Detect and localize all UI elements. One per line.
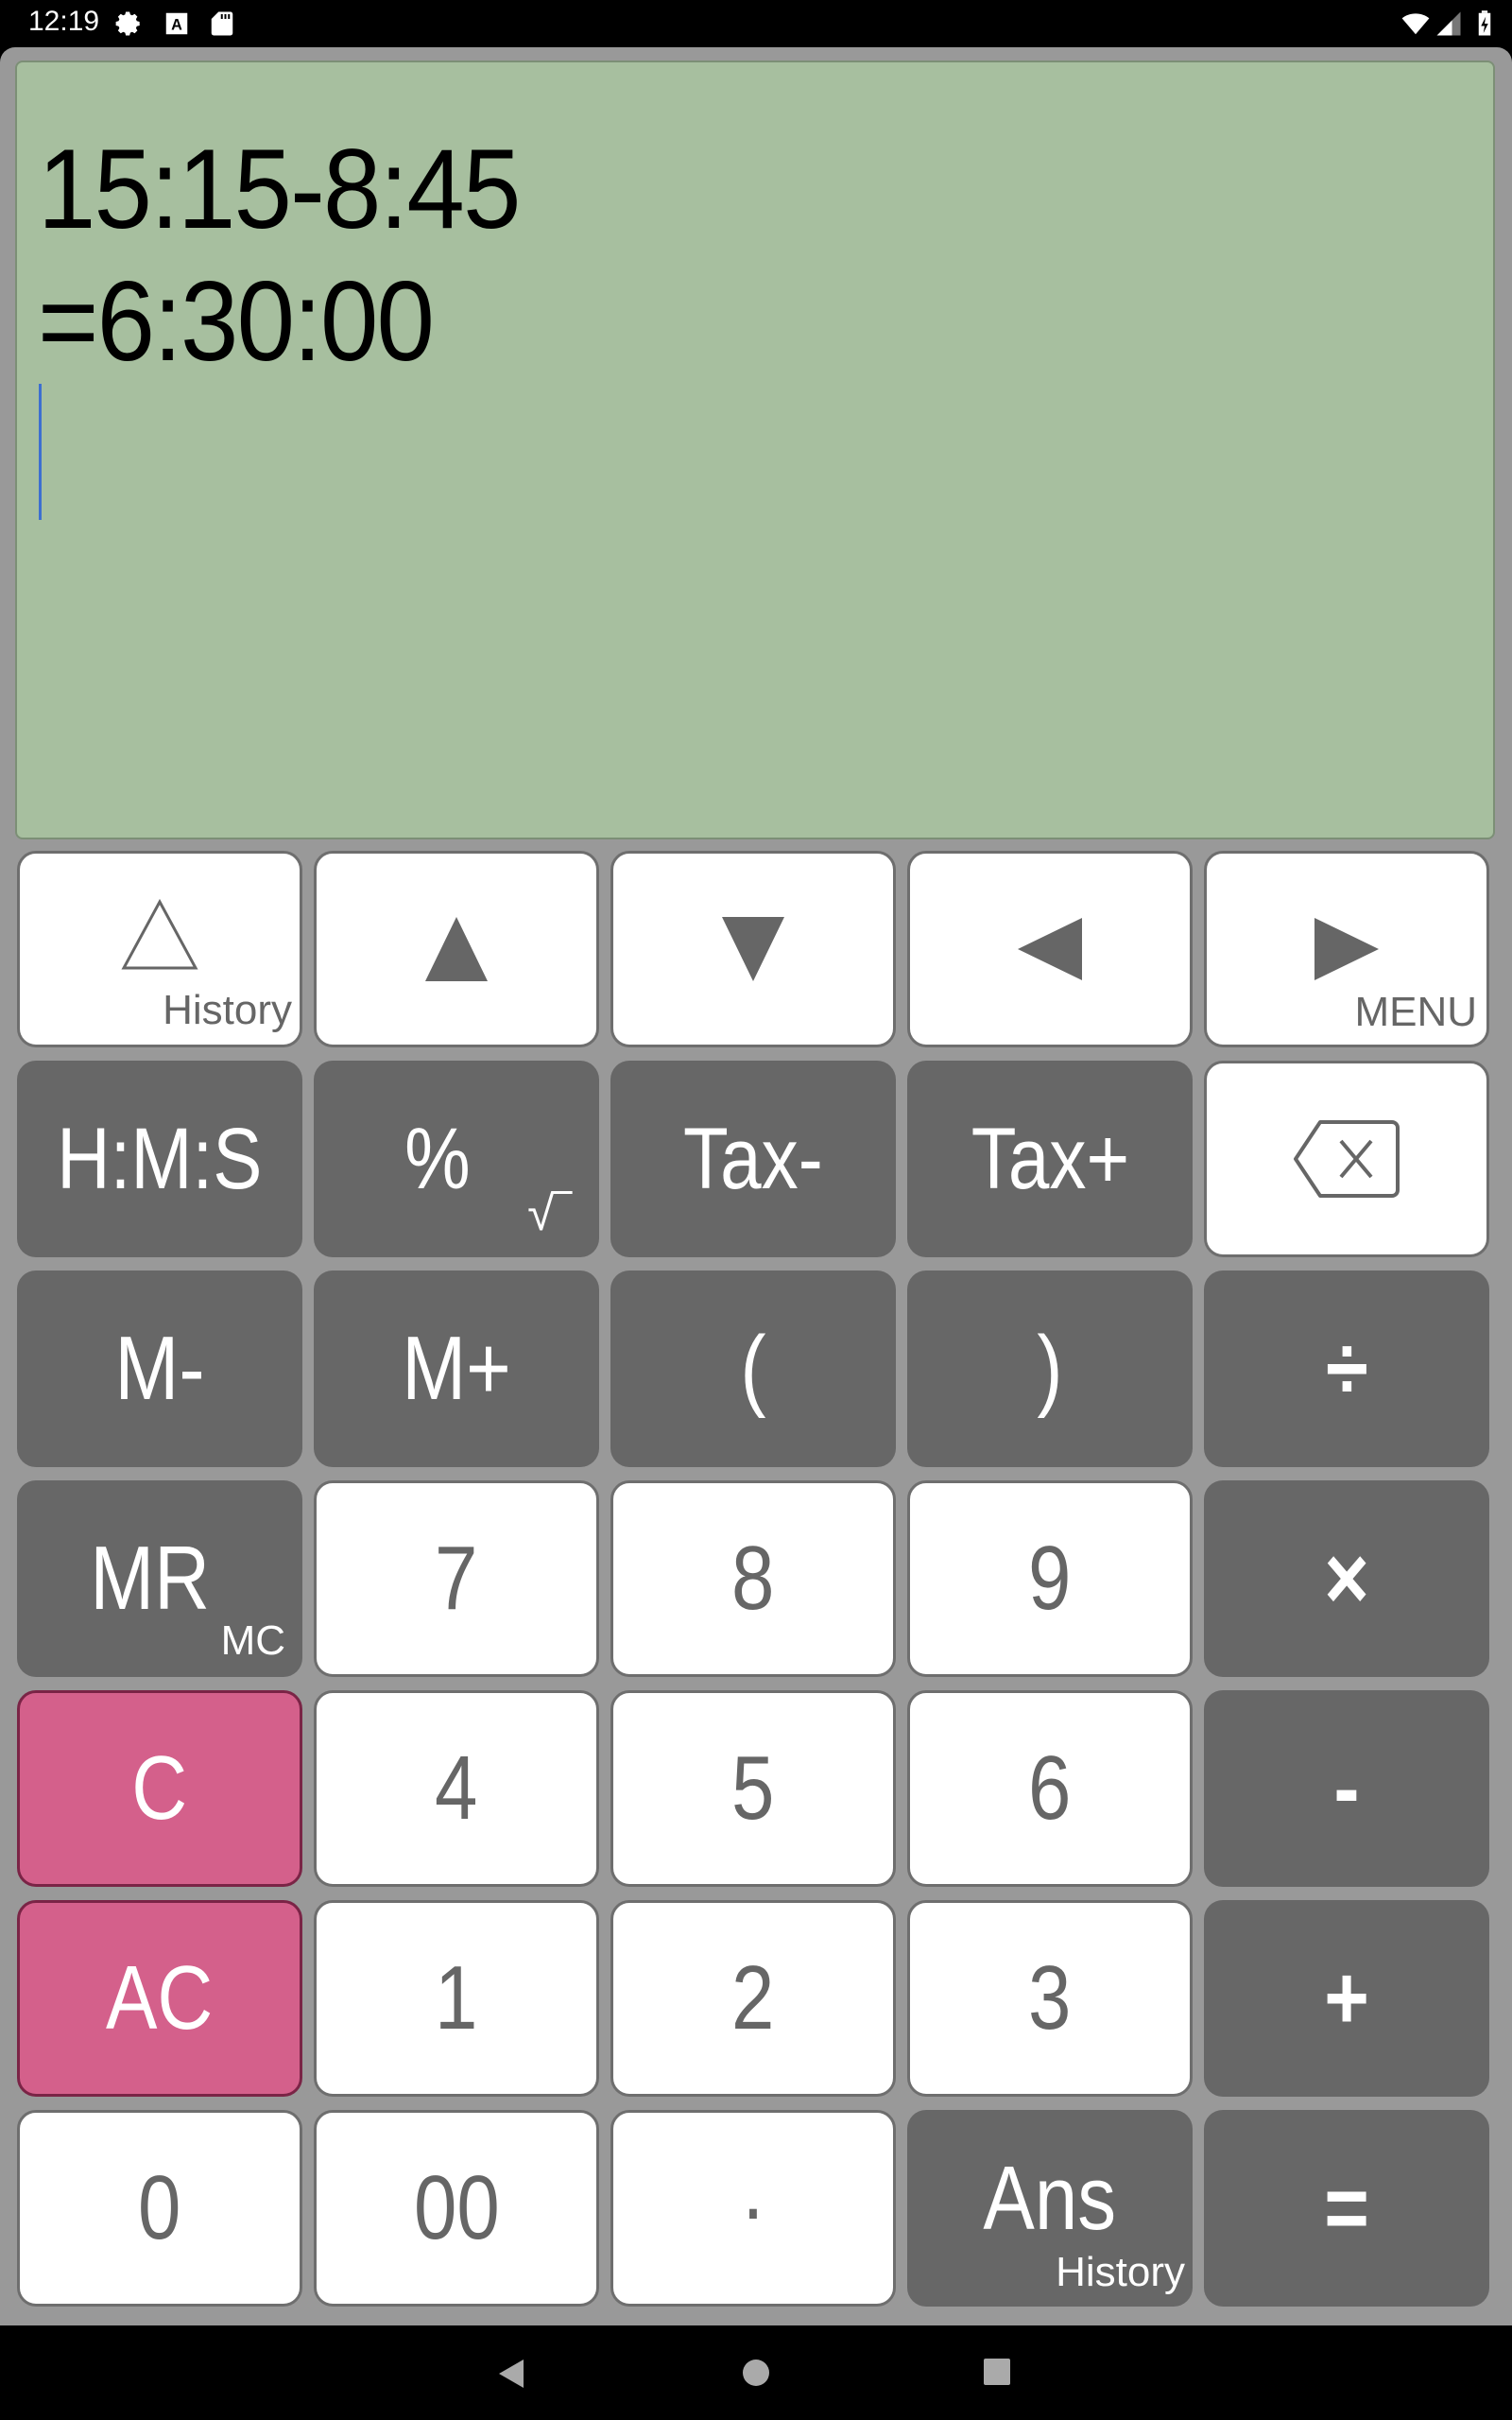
wifi-icon — [1401, 13, 1430, 35]
digit-2-button[interactable]: 2 — [610, 1900, 896, 2097]
digit-0-label: 0 — [138, 2157, 181, 2258]
hms-label: H:M:S — [57, 1111, 263, 1207]
triangle-up-icon — [425, 917, 488, 981]
all-clear-button[interactable]: AC — [17, 1900, 302, 2097]
digit-4-button[interactable]: 4 — [314, 1690, 599, 1887]
expression-text: 15:15-8:45 — [38, 126, 521, 252]
digit-1-label: 1 — [435, 1947, 478, 2048]
result-text: =6:30:00 — [38, 258, 435, 385]
close-paren-button[interactable]: ) — [907, 1270, 1193, 1467]
settings-icon — [115, 11, 140, 36]
digit-3-label: 3 — [1028, 1947, 1072, 2048]
digit-6-button[interactable]: 6 — [907, 1690, 1193, 1887]
m-plus-label: M+ — [402, 1318, 511, 1419]
plus-button[interactable]: + — [1204, 1900, 1489, 2097]
cursor-up-button[interactable] — [314, 851, 599, 1047]
multiply-button[interactable]: × — [1204, 1480, 1489, 1677]
digit-9-button[interactable]: 9 — [907, 1480, 1193, 1677]
minus-label: - — [1333, 1737, 1360, 1839]
cursor-down-button[interactable] — [610, 851, 896, 1047]
open-paren-label: ( — [740, 1318, 766, 1419]
equals-label: = — [1324, 2157, 1369, 2258]
tax-minus-label: Tax- — [683, 1111, 823, 1207]
decimal-label: · — [740, 2157, 766, 2258]
ans-label: Ans — [983, 2148, 1117, 2249]
double-zero-button[interactable]: 00 — [314, 2110, 599, 2307]
digit-8-button[interactable]: 8 — [610, 1480, 896, 1677]
digit-5-button[interactable]: 5 — [610, 1690, 896, 1887]
text-cursor — [39, 384, 42, 520]
percent-label: % — [404, 1111, 471, 1207]
tax-plus-button[interactable]: Tax+ — [907, 1061, 1193, 1257]
memory-minus-button[interactable]: M- — [17, 1270, 302, 1467]
digit-3-button[interactable]: 3 — [907, 1900, 1193, 2097]
history-sub-label: History — [163, 987, 292, 1033]
tax-plus-label: Tax+ — [971, 1111, 1129, 1207]
digit-0-button[interactable]: 0 — [17, 2110, 302, 2307]
hms-button[interactable]: H:M:S — [17, 1061, 302, 1257]
keyboard-a-icon: A — [165, 12, 188, 35]
decimal-point-button[interactable]: · — [610, 2110, 896, 2307]
equals-button[interactable]: = — [1204, 2110, 1489, 2307]
triangle-left-icon — [1018, 918, 1082, 980]
digit-2-label: 2 — [731, 1947, 775, 2048]
cursor-left-button[interactable] — [907, 851, 1193, 1047]
history-up-button[interactable]: History — [17, 851, 302, 1047]
mc-sub-label: MC — [220, 1617, 285, 1664]
cursor-right-menu-button[interactable]: MENU — [1204, 851, 1489, 1047]
svg-text:A: A — [171, 16, 182, 33]
percent-sqrt-button[interactable]: % √‾ — [314, 1061, 599, 1257]
digit-8-label: 8 — [731, 1528, 775, 1629]
home-icon[interactable] — [741, 2358, 771, 2388]
digit-6-label: 6 — [1028, 1737, 1072, 1839]
calculator-display[interactable]: 15:15-8:45 =6:30:00 — [15, 60, 1495, 839]
digit-9-label: 9 — [1028, 1528, 1072, 1629]
digit-4-label: 4 — [435, 1737, 478, 1839]
outline-triangle-up-icon — [121, 898, 198, 970]
battery-charging-icon — [1478, 10, 1491, 36]
minus-button[interactable]: - — [1204, 1690, 1489, 1887]
sqrt-sub-label: √‾ — [527, 1186, 571, 1241]
menu-sub-label: MENU — [1354, 989, 1477, 1035]
memory-plus-button[interactable]: M+ — [314, 1270, 599, 1467]
double-zero-label: 00 — [413, 2157, 500, 2258]
clear-button[interactable]: C — [17, 1690, 302, 1887]
tax-minus-button[interactable]: Tax- — [610, 1061, 896, 1257]
status-time: 12:19 — [28, 6, 100, 37]
triangle-down-icon — [722, 917, 784, 981]
ans-history-button[interactable]: Ans History — [907, 2110, 1193, 2307]
navigation-bar — [0, 2325, 1512, 2420]
backspace-icon — [1294, 1120, 1400, 1198]
status-bar: 12:19 A — [0, 0, 1512, 47]
memory-recall-button[interactable]: MR MC — [17, 1480, 302, 1677]
backspace-button[interactable] — [1204, 1061, 1489, 1257]
divide-button[interactable]: ÷ — [1204, 1270, 1489, 1467]
all-clear-label: AC — [106, 1947, 214, 2048]
plus-label: + — [1324, 1947, 1369, 2048]
ans-history-sub-label: History — [1056, 2249, 1185, 2295]
calculator-app: 15:15-8:45 =6:30:00 History MENU H:M:S %… — [0, 47, 1512, 2325]
back-icon[interactable] — [497, 2358, 525, 2390]
digit-1-button[interactable]: 1 — [314, 1900, 599, 2097]
digit-5-label: 5 — [731, 1737, 775, 1839]
m-minus-label: M- — [114, 1318, 205, 1419]
clear-label: C — [131, 1737, 188, 1839]
digit-7-button[interactable]: 7 — [314, 1480, 599, 1677]
multiply-label: × — [1324, 1528, 1369, 1629]
divide-label: ÷ — [1325, 1318, 1368, 1419]
cell-signal-icon — [1436, 11, 1461, 36]
digit-7-label: 7 — [435, 1528, 478, 1629]
open-paren-button[interactable]: ( — [610, 1270, 896, 1467]
close-paren-label: ) — [1037, 1318, 1063, 1419]
sd-card-icon — [211, 11, 233, 36]
mr-label: MR — [90, 1528, 211, 1629]
recents-icon[interactable] — [983, 2358, 1011, 2386]
triangle-right-icon — [1314, 918, 1379, 980]
